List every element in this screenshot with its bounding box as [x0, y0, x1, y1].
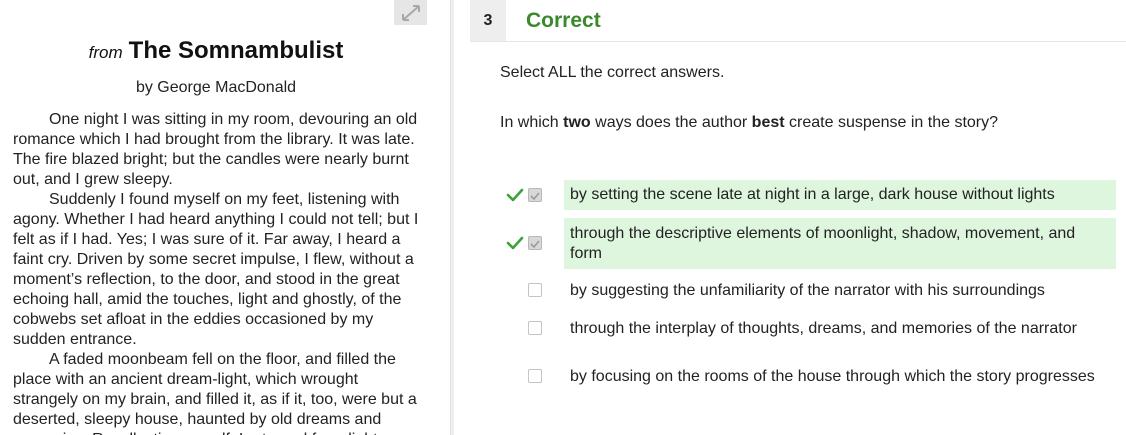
expand-arrows-icon — [401, 4, 420, 21]
passage-paragraph: Suddenly I found myself on my feet, list… — [13, 191, 419, 348]
question-instruction: Select ALL the correct answers. — [500, 64, 725, 81]
answer-label: through the interplay of thoughts, dream… — [570, 320, 1077, 337]
question-number: 3 — [470, 0, 506, 41]
question-header: 3 Correct — [470, 0, 1126, 42]
prompt-text: create suspense in the story? — [784, 114, 999, 131]
answer-option-3[interactable]: by suggesting the unfamiliarity of the n… — [500, 279, 1116, 303]
passage-title-prefix: from — [88, 43, 123, 62]
answer-label: by focusing on the rooms of the house th… — [570, 368, 1095, 385]
answer-checkbox[interactable] — [528, 236, 542, 250]
passage-paragraph: One night I was sitting in my room, devo… — [13, 111, 418, 188]
passage-title-text: The Somnambulist — [128, 37, 344, 64]
expand-passage-button[interactable] — [394, 0, 427, 25]
answer-label: through the descriptive elements of moon… — [564, 218, 1116, 269]
passage-title: from The Somnambulist — [0, 37, 432, 65]
answer-checkbox[interactable] — [528, 369, 542, 383]
answer-option-4[interactable]: through the interplay of thoughts, dream… — [500, 317, 1116, 341]
correct-check-icon — [506, 186, 524, 204]
checkbox-check-icon — [530, 192, 540, 201]
passage-pane: from The Somnambulist by George MacDonald… — [0, 0, 440, 435]
question-pane: 3 Correct Select ALL the correct answers… — [454, 0, 1126, 435]
passage-author: by George MacDonald — [135, 79, 297, 96]
prompt-emphasis: two — [563, 114, 591, 131]
checkbox-check-icon — [530, 240, 540, 249]
correct-check-icon — [506, 234, 524, 252]
answer-checkbox[interactable] — [528, 283, 542, 297]
prompt-text: ways does the author — [590, 114, 752, 131]
question-status: Correct — [526, 9, 601, 32]
answer-label: by setting the scene late at night in a … — [564, 180, 1116, 210]
answer-option-2[interactable]: through the descriptive elements of moon… — [500, 218, 1116, 269]
prompt-emphasis: best — [751, 114, 785, 131]
answer-checkbox[interactable] — [528, 321, 542, 335]
answer-checkbox[interactable] — [528, 188, 542, 202]
question-prompt: In which two ways does the author best c… — [500, 114, 998, 132]
answer-option-5[interactable]: by focusing on the rooms of the house th… — [500, 355, 1116, 399]
answer-option-1[interactable]: by setting the scene late at night in a … — [500, 180, 1116, 210]
passage-paragraph: A faded moonbeam fell on the floor, and … — [13, 351, 417, 435]
passage-body: One night I was sitting in my room, devo… — [13, 110, 423, 435]
answer-label: by suggesting the unfamiliarity of the n… — [570, 282, 1045, 299]
prompt-text: In which — [500, 114, 564, 131]
